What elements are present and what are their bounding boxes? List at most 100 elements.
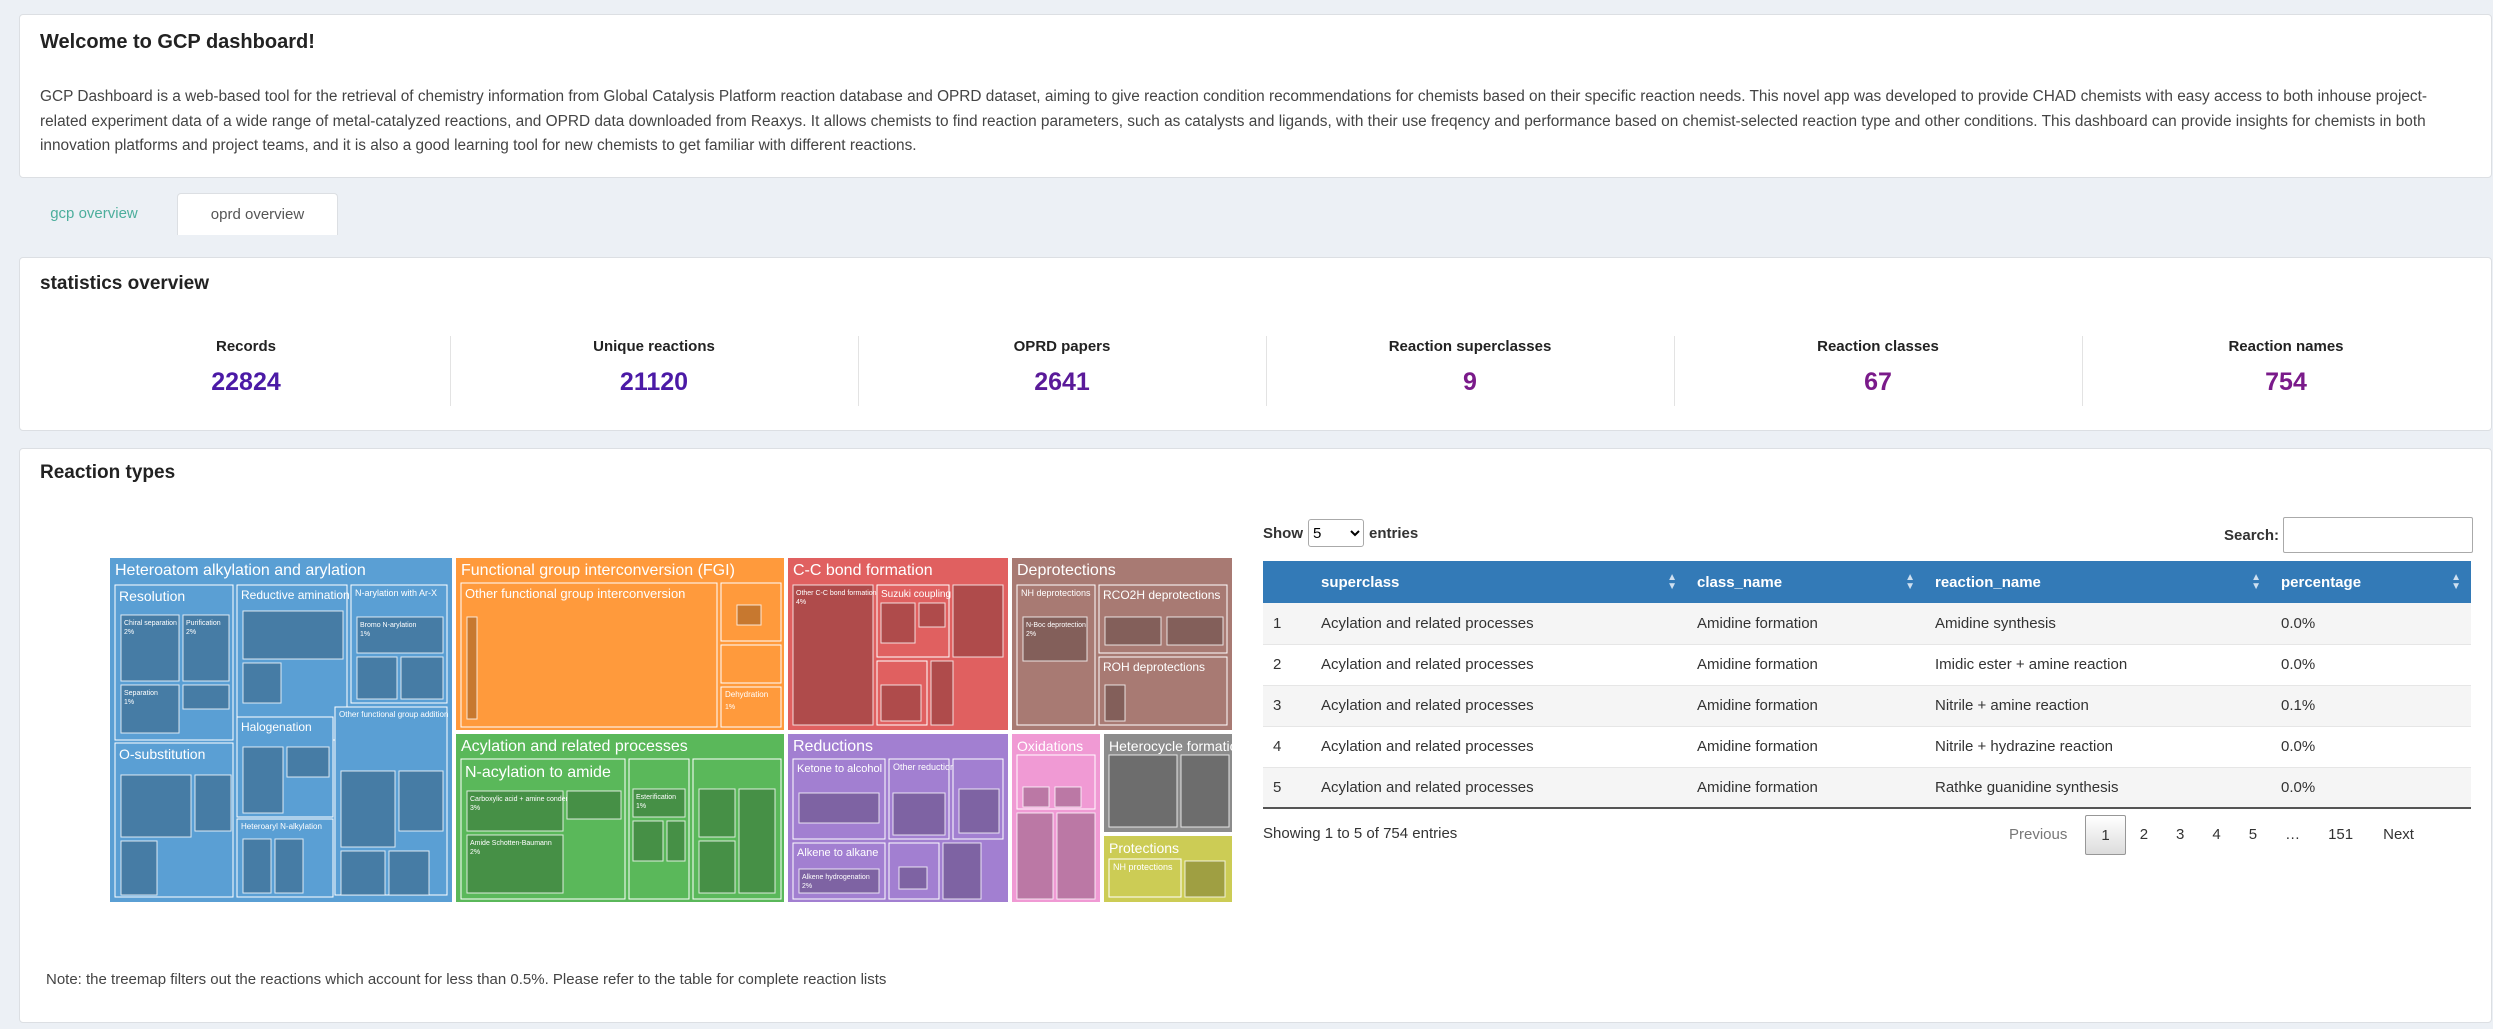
- welcome-box: Welcome to GCP dashboard! GCP Dashboard …: [19, 14, 2492, 178]
- treemap-leaf-value: 3%: [470, 805, 480, 812]
- treemap-leaf[interactable]: [1104, 616, 1162, 646]
- treemap-leaf[interactable]: [1166, 616, 1224, 646]
- treemap-leaf[interactable]: [286, 746, 330, 778]
- treemap-leaf[interactable]: [632, 820, 664, 862]
- stat-label: OPRD papers: [1013, 338, 1111, 355]
- treemap-leaf[interactable]: [398, 770, 444, 832]
- treemap-leaf[interactable]: [698, 840, 736, 894]
- treemap-leaf[interactable]: [242, 746, 284, 814]
- stat-label: Unique reactions: [593, 338, 715, 355]
- treemap-leaf[interactable]: [120, 840, 158, 896]
- table-row[interactable]: 4 Acylation and related processes Amidin…: [1263, 726, 2471, 768]
- cell-percentage: 0.0%: [2271, 726, 2471, 768]
- pagination: Previous 1 2 3 4 5 … 151 Next: [1995, 815, 2428, 855]
- treemap-leaf[interactable]: [918, 602, 946, 628]
- treemap-group-label: Reductions: [793, 738, 873, 755]
- treemap-leaf-label: Alkene hydrogenation: [802, 874, 870, 881]
- treemap-subgroup[interactable]: [460, 582, 718, 728]
- pagination-ellipsis: …: [2285, 826, 2301, 843]
- treemap-leaf[interactable]: [736, 604, 762, 626]
- treemap-leaf[interactable]: [898, 866, 928, 890]
- treemap-leaf[interactable]: [566, 790, 622, 820]
- treemap-leaf[interactable]: [274, 838, 304, 894]
- treemap-leaf[interactable]: [792, 584, 874, 726]
- column-header-class-name[interactable]: class_name ▲ ▼: [1687, 561, 1925, 603]
- pagination-page-5[interactable]: 5: [2235, 815, 2271, 855]
- table-row[interactable]: 2 Acylation and related processes Amidin…: [1263, 644, 2471, 686]
- treemap-leaf[interactable]: [356, 656, 398, 700]
- treemap-leaf-value: 1%: [636, 803, 646, 810]
- cell-class-name: Amidine formation: [1687, 726, 1925, 768]
- treemap-leaf[interactable]: [388, 850, 430, 896]
- page-length-control: Show 5 entries: [1263, 519, 1418, 547]
- treemap-leaf[interactable]: [1016, 812, 1054, 900]
- treemap-leaf[interactable]: [466, 616, 478, 720]
- treemap-subgroup-label: Other functional group interconversion: [465, 586, 685, 601]
- column-header-superclass[interactable]: superclass ▲ ▼: [1311, 561, 1687, 603]
- pagination-page-151[interactable]: 151: [2314, 815, 2367, 855]
- treemap-subgroup-label: Ketone to alcohol: [797, 763, 882, 775]
- treemap-group-label: Oxidations: [1017, 738, 1083, 754]
- stat-oprd-papers: OPRD papers 2641: [858, 338, 1266, 397]
- entries-label: entries: [1369, 524, 1419, 542]
- table-row[interactable]: 5 Acylation and related processes Amidin…: [1263, 767, 2471, 809]
- treemap-leaf[interactable]: [400, 656, 444, 700]
- pagination-page-4[interactable]: 4: [2198, 815, 2234, 855]
- column-header-percentage[interactable]: percentage ▲ ▼: [2271, 561, 2471, 603]
- tab-oprd-overview[interactable]: oprd overview: [177, 193, 338, 235]
- treemap-leaf[interactable]: [1108, 754, 1178, 828]
- treemap-leaf[interactable]: [1104, 684, 1126, 722]
- stat-records: Records 22824: [42, 338, 450, 397]
- treemap-leaf[interactable]: [242, 838, 272, 894]
- treemap-leaf[interactable]: [1022, 786, 1050, 808]
- reaction-treemap[interactable]: Heteroatom alkylation and arylation Funct…: [109, 557, 1233, 903]
- tab-gcp-overview[interactable]: gcp overview: [19, 193, 169, 235]
- treemap-leaf[interactable]: [942, 842, 982, 900]
- treemap-leaf[interactable]: [698, 788, 736, 838]
- treemap-leaf[interactable]: [120, 774, 192, 838]
- treemap-leaf[interactable]: [1184, 860, 1226, 898]
- treemap-leaf-label: N-Boc deprotection: [1026, 622, 1086, 629]
- column-header-index[interactable]: [1263, 561, 1311, 603]
- column-header-reaction-name[interactable]: reaction_name ▲ ▼: [1925, 561, 2271, 603]
- treemap-leaf[interactable]: [1054, 786, 1082, 808]
- treemap-leaf[interactable]: [880, 602, 916, 644]
- treemap-leaf[interactable]: [930, 660, 954, 726]
- treemap-subgroup[interactable]: [720, 644, 782, 684]
- pagination-previous[interactable]: Previous: [1995, 815, 2085, 855]
- table-row[interactable]: 3 Acylation and related processes Amidin…: [1263, 685, 2471, 727]
- treemap-leaf[interactable]: [880, 684, 922, 722]
- treemap-leaf[interactable]: [958, 788, 1000, 834]
- reaction-types-box: Reaction types Heteroatom alkylation and…: [19, 448, 2492, 1023]
- treemap-leaf[interactable]: [666, 820, 686, 862]
- treemap-subgroup-label: Alkene to alkane: [797, 847, 878, 859]
- treemap-leaf[interactable]: [242, 662, 282, 704]
- treemap-subgroup-label: N-arylation with Ar-X: [355, 588, 437, 598]
- treemap-leaf[interactable]: [340, 850, 386, 896]
- treemap-leaf[interactable]: [340, 770, 396, 848]
- pagination-page-1[interactable]: 1: [2085, 815, 2126, 855]
- treemap-group-label: Acylation and related processes: [461, 738, 688, 755]
- treemap-leaf[interactable]: [798, 792, 880, 824]
- treemap-leaf[interactable]: [952, 584, 1004, 658]
- treemap-leaf[interactable]: [182, 684, 230, 710]
- table-row[interactable]: 1 Acylation and related processes Amidin…: [1263, 603, 2471, 645]
- page-length-select[interactable]: 5: [1308, 519, 1364, 547]
- show-label: Show: [1263, 524, 1303, 542]
- treemap-leaf[interactable]: [1056, 812, 1096, 900]
- cell-class-name: Amidine formation: [1687, 644, 1925, 686]
- search-input[interactable]: [2283, 517, 2474, 553]
- treemap-leaf-value: 2%: [1026, 631, 1036, 638]
- treemap-leaf[interactable]: [738, 788, 776, 894]
- pagination-page-2[interactable]: 2: [2126, 815, 2162, 855]
- pagination-next[interactable]: Next: [2367, 815, 2428, 855]
- treemap-leaf[interactable]: [242, 610, 344, 660]
- treemap-subgroup-label: ROH deprotections: [1103, 660, 1205, 674]
- treemap-subgroup-label: Resolution: [119, 588, 185, 604]
- treemap-leaf[interactable]: [892, 792, 946, 836]
- treemap-leaf[interactable]: [1180, 754, 1230, 828]
- pagination-page-3[interactable]: 3: [2162, 815, 2198, 855]
- treemap-group-label: Functional group interconversion (FGI): [461, 562, 735, 579]
- table-search: Search:: [2224, 517, 2474, 553]
- treemap-leaf[interactable]: [194, 774, 232, 832]
